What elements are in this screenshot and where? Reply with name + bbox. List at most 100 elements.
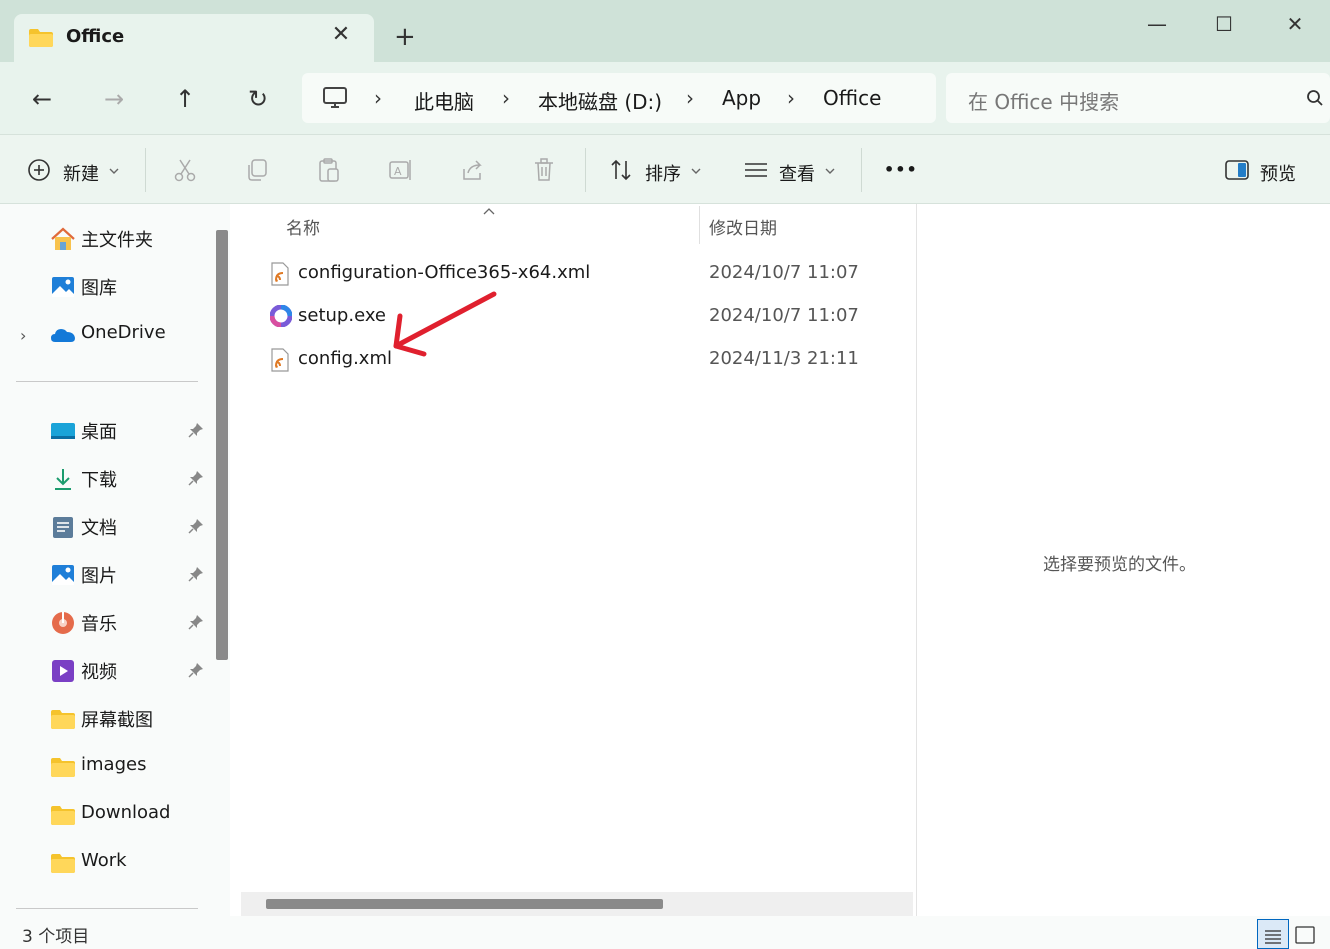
pin-icon <box>188 662 204 682</box>
column-header-name[interactable]: 名称 <box>286 214 320 239</box>
breadcrumb-this-pc[interactable]: 此电脑 <box>414 86 474 115</box>
sidebar-item-label: images <box>81 754 147 775</box>
search-box[interactable]: 在 Office 中搜索 <box>946 73 1330 123</box>
breadcrumb-office[interactable]: Office <box>823 86 881 110</box>
sidebar-item-work[interactable]: Work <box>50 848 210 878</box>
sidebar-item-label: 文档 <box>81 518 117 539</box>
sidebar-item-onedrive[interactable]: OneDrive <box>50 320 210 350</box>
column-header-date[interactable]: 修改日期 <box>709 214 777 239</box>
tab-title: Office <box>66 26 125 47</box>
up-button[interactable]: ↑ <box>165 84 205 114</box>
preview-empty-text: 选择要预览的文件。 <box>1043 555 1196 575</box>
gallery-icon <box>50 274 76 300</box>
folder-icon <box>50 754 76 780</box>
sidebar-item-label: 下载 <box>81 470 117 491</box>
share-icon[interactable] <box>460 157 486 183</box>
copy-icon[interactable] <box>244 157 270 183</box>
breadcrumb-app[interactable]: App <box>722 86 761 110</box>
file-date: 2024/10/7 11:07 <box>709 262 859 283</box>
desktop-icon <box>50 418 76 444</box>
item-count: 3 个项目 <box>22 927 90 947</box>
sidebar-divider <box>16 381 198 382</box>
pictures-icon <box>50 562 76 588</box>
document-icon <box>50 514 76 540</box>
onedrive-icon <box>50 322 76 348</box>
thumbnail-view-icon <box>1295 926 1315 944</box>
annotation-arrow <box>393 291 497 357</box>
folder-icon <box>50 706 76 732</box>
status-bar <box>0 916 1330 949</box>
sidebar-item-downloads[interactable]: 下载 <box>50 464 210 494</box>
new-tab-button[interactable]: + <box>394 24 416 50</box>
sidebar-item-label: 图片 <box>81 566 117 587</box>
view-icon <box>743 157 769 183</box>
view-button[interactable]: 查看 <box>779 160 815 186</box>
file-name: configuration-Office365-x64.xml <box>298 262 591 283</box>
rename-icon[interactable]: A <box>388 157 414 183</box>
pin-icon <box>188 518 204 538</box>
tab-close-icon[interactable]: ✕ <box>330 24 352 46</box>
sidebar-scrollbar[interactable] <box>216 230 228 660</box>
sort-ascending-icon <box>482 201 496 220</box>
details-view-icon <box>1265 930 1281 944</box>
download-icon <box>50 466 76 492</box>
sidebar-item-download-folder[interactable]: Download <box>50 800 210 830</box>
sort-icon <box>609 157 635 183</box>
forward-button[interactable]: → <box>94 84 134 114</box>
search-icon[interactable] <box>1306 89 1324 111</box>
add-icon <box>27 157 53 183</box>
sort-button[interactable]: 排序 <box>645 160 681 186</box>
sidebar-item-documents[interactable]: 文档 <box>50 512 210 542</box>
details-view-toggle[interactable] <box>1257 919 1289 949</box>
sidebar-item-desktop[interactable]: 桌面 <box>50 416 210 446</box>
sidebar-item-music[interactable]: 音乐 <box>50 608 210 638</box>
sidebar-item-label: 图库 <box>81 278 117 299</box>
cut-icon[interactable] <box>172 157 198 183</box>
sidebar-item-home[interactable]: 主文件夹 <box>50 224 210 254</box>
preview-button[interactable]: 预览 <box>1260 160 1296 186</box>
sidebar-item-videos[interactable]: 视频 <box>50 656 210 686</box>
computer-icon <box>322 86 348 114</box>
tab-office[interactable]: Office ✕ <box>14 14 374 62</box>
file-row[interactable]: setup.exe 2024/10/7 11:07 <box>268 299 908 335</box>
sidebar-item-label: OneDrive <box>81 322 166 343</box>
chevron-down-icon <box>690 162 702 181</box>
sidebar-divider <box>16 908 198 909</box>
chevron-right-icon[interactable]: › <box>20 326 26 345</box>
file-date: 2024/10/7 11:07 <box>709 305 859 326</box>
column-divider[interactable] <box>699 206 700 244</box>
pin-icon <box>188 614 204 634</box>
more-options-button[interactable]: ••• <box>884 160 918 179</box>
close-window-button[interactable]: ✕ <box>1272 10 1318 38</box>
delete-icon[interactable] <box>532 157 558 183</box>
chevron-down-icon <box>108 162 120 181</box>
toolbar-divider <box>861 148 862 192</box>
maximize-button[interactable]: ☐ <box>1201 10 1247 38</box>
sidebar-item-label: 音乐 <box>81 614 117 635</box>
sidebar-item-images[interactable]: images <box>50 752 210 782</box>
file-row[interactable]: configuration-Office365-x64.xml 2024/10/… <box>268 256 908 292</box>
xml-file-icon <box>270 348 290 376</box>
breadcrumb-separator: › <box>686 86 694 110</box>
xml-file-icon <box>270 262 290 290</box>
large-icons-view-toggle[interactable] <box>1294 924 1316 949</box>
new-button[interactable]: 新建 <box>63 160 99 186</box>
file-row[interactable]: config.xml 2024/11/3 21:11 <box>268 342 908 378</box>
sidebar-item-pictures[interactable]: 图片 <box>50 560 210 590</box>
sidebar-item-label: Download <box>81 802 171 823</box>
breadcrumb-local-disk[interactable]: 本地磁盘 (D:) <box>538 86 662 115</box>
svg-text:A: A <box>394 165 402 178</box>
preview-pane-icon <box>1224 157 1250 183</box>
paste-icon[interactable] <box>316 157 342 183</box>
music-icon <box>50 610 76 636</box>
horizontal-scrollbar[interactable] <box>266 899 663 909</box>
folder-icon <box>28 28 54 52</box>
sidebar-item-label: Work <box>81 850 127 871</box>
minimize-button[interactable]: — <box>1134 10 1180 38</box>
sidebar-item-gallery[interactable]: 图库 <box>50 272 210 302</box>
sidebar-item-screenshots[interactable]: 屏幕截图 <box>50 704 210 734</box>
refresh-button[interactable]: ↻ <box>238 84 278 114</box>
breadcrumb-separator: › <box>374 86 382 110</box>
file-date: 2024/11/3 21:11 <box>709 348 859 369</box>
back-button[interactable]: ← <box>22 84 62 114</box>
